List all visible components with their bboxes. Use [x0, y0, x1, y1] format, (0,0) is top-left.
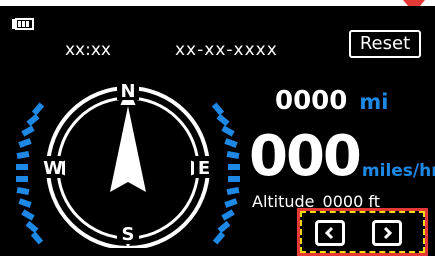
distance-readout: 0000 mi	[275, 86, 388, 116]
distance-value: 0000	[275, 86, 348, 116]
compass: N S W E	[16, 80, 240, 248]
compass-west-label: W	[43, 158, 63, 179]
previous-button[interactable]	[315, 220, 345, 246]
status-time: xx:xx	[65, 40, 111, 60]
chevron-right-icon	[383, 226, 393, 240]
compass-north-label: N	[120, 81, 135, 102]
compass-south-label: S	[122, 224, 135, 245]
battery-full-icon	[12, 18, 34, 30]
status-date: xx-xx-xxxx	[175, 40, 278, 60]
speed-unit: miles/hr	[361, 161, 435, 181]
compass-needle-icon	[110, 106, 146, 192]
reset-button[interactable]: Reset	[349, 30, 421, 58]
chevron-left-icon	[324, 226, 334, 240]
compass-left-ticks	[16, 102, 45, 245]
navigation-highlight	[297, 208, 428, 256]
distance-unit: mi	[359, 90, 389, 114]
compass-east-label: E	[198, 158, 210, 179]
speed-value: 000	[249, 124, 362, 189]
next-button[interactable]	[372, 220, 402, 246]
compass-right-ticks	[211, 102, 240, 245]
speed-readout: 000 miles/hr	[249, 124, 435, 189]
